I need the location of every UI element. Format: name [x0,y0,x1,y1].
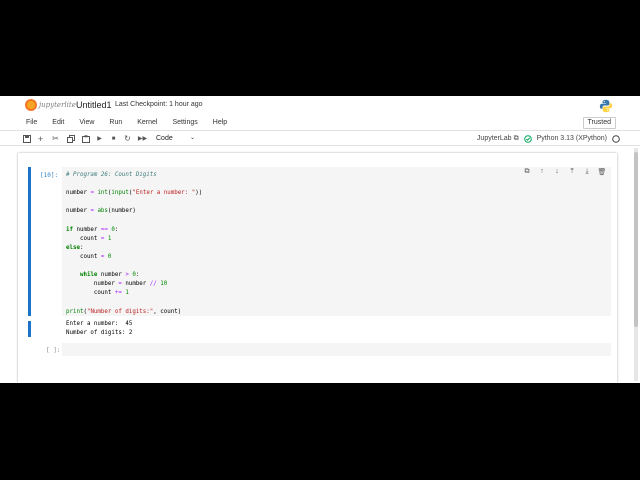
restart-icon[interactable]: ↻ [123,133,132,144]
code-line: if number == 0: [66,226,119,233]
delete-cell-icon[interactable]: 🗑 [597,168,607,178]
code-line: count = 1 [66,235,112,242]
menu-settings[interactable]: Settings [172,117,197,129]
menu-run[interactable]: Run [109,117,122,129]
output-line: Enter a number: 45 [66,321,133,327]
chevron-down-icon[interactable]: ⌄ [190,133,195,144]
cell-collapser[interactable] [28,167,31,316]
jupyter-logo-icon [25,99,37,111]
insert-below-icon[interactable]: ⤓ [582,168,592,178]
code-line: number = number // 10 [66,281,168,288]
code-line: count = 0 [66,253,112,260]
trusted-badge[interactable]: Trusted [582,117,616,129]
external-link-icon[interactable]: ⧉ [514,135,519,143]
logo-text: jupyterlite [39,101,76,109]
menu-file[interactable]: File [26,117,37,129]
python-logo-icon [599,99,613,113]
menu-help[interactable]: Help [213,117,227,129]
stop-icon[interactable]: ■ [109,133,118,144]
code-line: count += 1 [66,290,129,297]
jupyter-logo[interactable]: jupyterlite [25,99,76,111]
move-down-icon[interactable]: ↓ [552,168,562,178]
code-line: number = abs(number) [66,208,136,215]
code-line: while number > 0: [79,272,140,279]
checkpoint-status: Last Checkpoint: 1 hour ago [115,101,203,108]
cell-prompt: [10]: [40,172,59,179]
duplicate-cell-icon[interactable]: ⧉ [522,168,532,178]
notebook-toolbar: + ✂ ▶ ■ ↻ ▶▶ Code ⌄ JupyterLab ⧉ Python … [0,130,640,146]
document-title[interactable]: Untitled1 [76,100,112,110]
copy-icon[interactable] [66,133,75,144]
empty-code-cell-editor[interactable] [62,343,611,356]
save-icon[interactable] [22,133,31,144]
menu-edit[interactable]: Edit [52,117,64,129]
move-up-icon[interactable]: ↑ [537,168,547,178]
add-cell-icon[interactable]: + [36,133,45,144]
output-collapser[interactable] [28,321,31,337]
paste-icon[interactable] [81,133,90,144]
code-line: else: [66,244,84,251]
kernel-area: JupyterLab ⧉ Python 3.13 (XPython) [477,133,620,144]
kernel-ok-icon [523,134,532,143]
top-header: jupyterlite Untitled1 Last Checkpoint: 1… [0,96,640,116]
output-line: Number of digits: 2 [66,330,133,336]
menu-view[interactable]: View [79,117,94,129]
code-line: print("Number of digits:", count) [66,308,182,315]
menu-kernel[interactable]: Kernel [137,117,157,129]
menu-bar: File Edit View Run Kernel Settings Help [20,117,236,129]
kernel-name[interactable]: Python 3.13 (XPython) [537,135,607,142]
jupyterlab-link[interactable]: JupyterLab [477,135,512,142]
cell-prompt-empty: [ ]: [46,347,61,354]
kernel-status-icon [612,134,620,143]
run-icon[interactable]: ▶ [95,133,104,144]
code-line: number = int(input("Enter a number: ")) [66,190,203,197]
cut-icon[interactable]: ✂ [51,133,60,144]
cell-toolbar: ⧉ ↑ ↓ ⤒ ⤓ 🗑 [522,168,612,178]
insert-above-icon[interactable]: ⤒ [567,168,577,178]
notebook-scroll-thumb[interactable] [634,152,638,327]
fast-forward-icon[interactable]: ▶▶ [138,133,147,144]
cell-type-dropdown[interactable]: Code [156,133,173,144]
code-line: # Program 26: Count Digits [66,172,157,178]
